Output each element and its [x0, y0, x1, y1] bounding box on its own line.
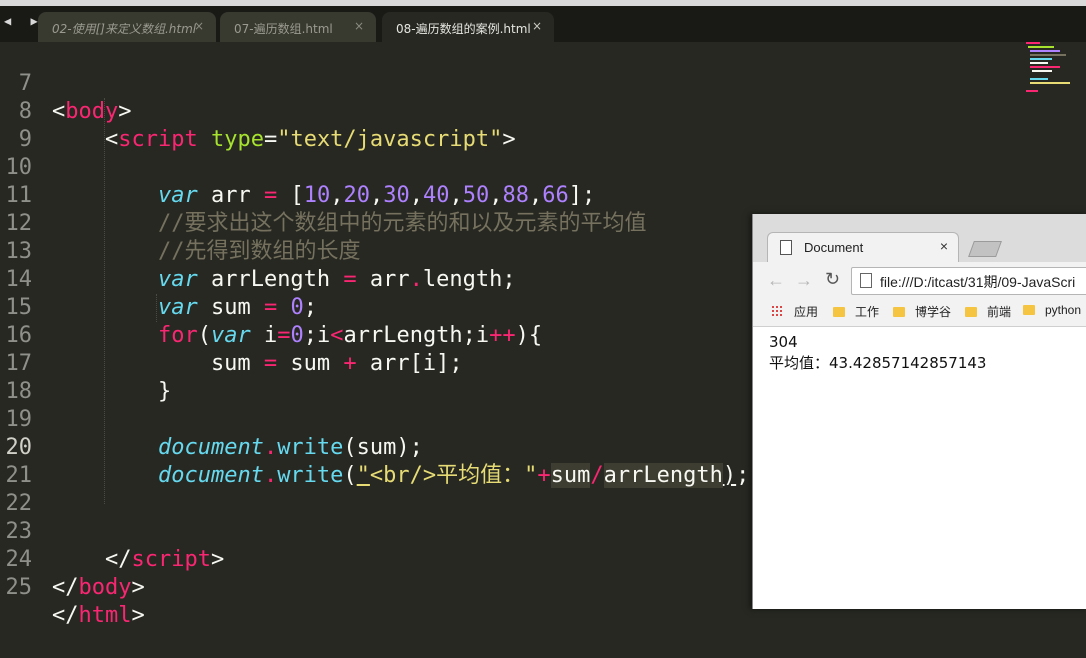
editor-tab-bar: ◀ ▶ 02-使用[]来定义数组.html × 07-遍历数组.html × 0…: [0, 6, 1086, 42]
bookmark-label: 应用: [794, 305, 819, 319]
bookmark-label: 前端: [987, 305, 1012, 319]
bookmark-frontend[interactable]: 前端: [965, 303, 1011, 320]
bookmark-apps[interactable]: 应用: [771, 303, 818, 320]
code-text: </body>: [52, 575, 145, 600]
code-line: 12 //先得到数组的长度: [0, 182, 1086, 264]
bookmark-label: 博学谷: [915, 305, 952, 319]
tab-07-iterate-array[interactable]: 07-遍历数组.html ×: [220, 12, 376, 42]
code-text: </html>: [52, 603, 145, 628]
bookmark-label: python: [1045, 303, 1082, 317]
reload-icon[interactable]: ↻: [825, 269, 840, 290]
page-content: 304 平均值：43.42857142857143: [769, 332, 986, 374]
minimap-line: [1030, 66, 1060, 68]
browser-tab-document[interactable]: Document ×: [767, 232, 959, 263]
code-line: 11 //要求出这个数组中的元素的和以及元素的平均值: [0, 154, 1086, 236]
code-line: 9: [0, 98, 1086, 152]
tab-08-array-example[interactable]: 08-遍历数组的案例.html ×: [382, 12, 554, 42]
minimap-line: [1026, 42, 1040, 44]
apps-grid-icon: [771, 305, 784, 318]
browser-window[interactable]: Document × ← → ↻ file:///D:/itcast/31期/0…: [752, 214, 1086, 609]
folder-icon: [893, 307, 905, 317]
bookmark-python[interactable]: python: [1023, 303, 1081, 317]
minimap-line: [1028, 46, 1054, 48]
bookmark-work[interactable]: 工作: [833, 303, 879, 320]
close-icon[interactable]: ×: [940, 238, 948, 254]
tab-label: 07-遍历数组.html: [234, 22, 333, 36]
tab-label: 08-遍历数组的案例.html: [396, 22, 531, 36]
bookmark-label: 工作: [855, 305, 880, 319]
output-sum: 304: [769, 333, 798, 351]
minimap-line: [1032, 70, 1052, 72]
back-arrow-icon[interactable]: ←: [767, 270, 785, 291]
bookmarks-bar: 应用 工作 博学谷 前端 python: [753, 298, 1086, 327]
address-bar[interactable]: file:///D:/itcast/31期/09-JavaScri: [851, 267, 1086, 295]
minimap-line: [1026, 90, 1038, 92]
folder-icon: [833, 307, 845, 317]
minimap-line: [1030, 58, 1052, 60]
code-line: 7 <body>: [0, 42, 1086, 124]
browser-tab-bar: Document ×: [753, 214, 1086, 263]
folder-icon: [1023, 305, 1035, 315]
minimap-line: [1030, 78, 1048, 80]
browser-toolbar: ← → ↻ file:///D:/itcast/31期/09-JavaScri: [753, 262, 1086, 298]
folder-icon: [965, 307, 977, 317]
code-line: 10 var arr = [10,20,30,40,50,88,66];: [0, 126, 1086, 208]
line-number: 25: [5, 575, 33, 600]
document-icon: [780, 240, 792, 255]
bookmark-boxuegu[interactable]: 博学谷: [893, 303, 951, 320]
minimap-line: [1030, 62, 1048, 64]
new-tab-button[interactable]: [968, 241, 1002, 257]
close-icon[interactable]: ×: [194, 19, 204, 33]
close-icon[interactable]: ×: [354, 19, 364, 33]
output-average: 平均值：43.42857142857143: [769, 354, 987, 372]
minimap-line: [1030, 82, 1070, 84]
page-icon: [860, 273, 872, 288]
tab-label: 02-使用[]来定义数组.html: [52, 22, 197, 36]
minimap-line: [1030, 54, 1066, 56]
close-icon[interactable]: ×: [532, 19, 542, 33]
code-line: 8 <script type="text/javascript">: [0, 70, 1086, 152]
minimap-line: [1030, 50, 1060, 52]
browser-tab-title: Document: [804, 240, 864, 255]
tab-02-array-literal[interactable]: 02-使用[]来定义数组.html ×: [38, 12, 216, 42]
forward-arrow-icon[interactable]: →: [795, 270, 813, 291]
minimap[interactable]: [1026, 40, 1076, 100]
url-text: file:///D:/itcast/31期/09-JavaScri: [880, 274, 1076, 290]
